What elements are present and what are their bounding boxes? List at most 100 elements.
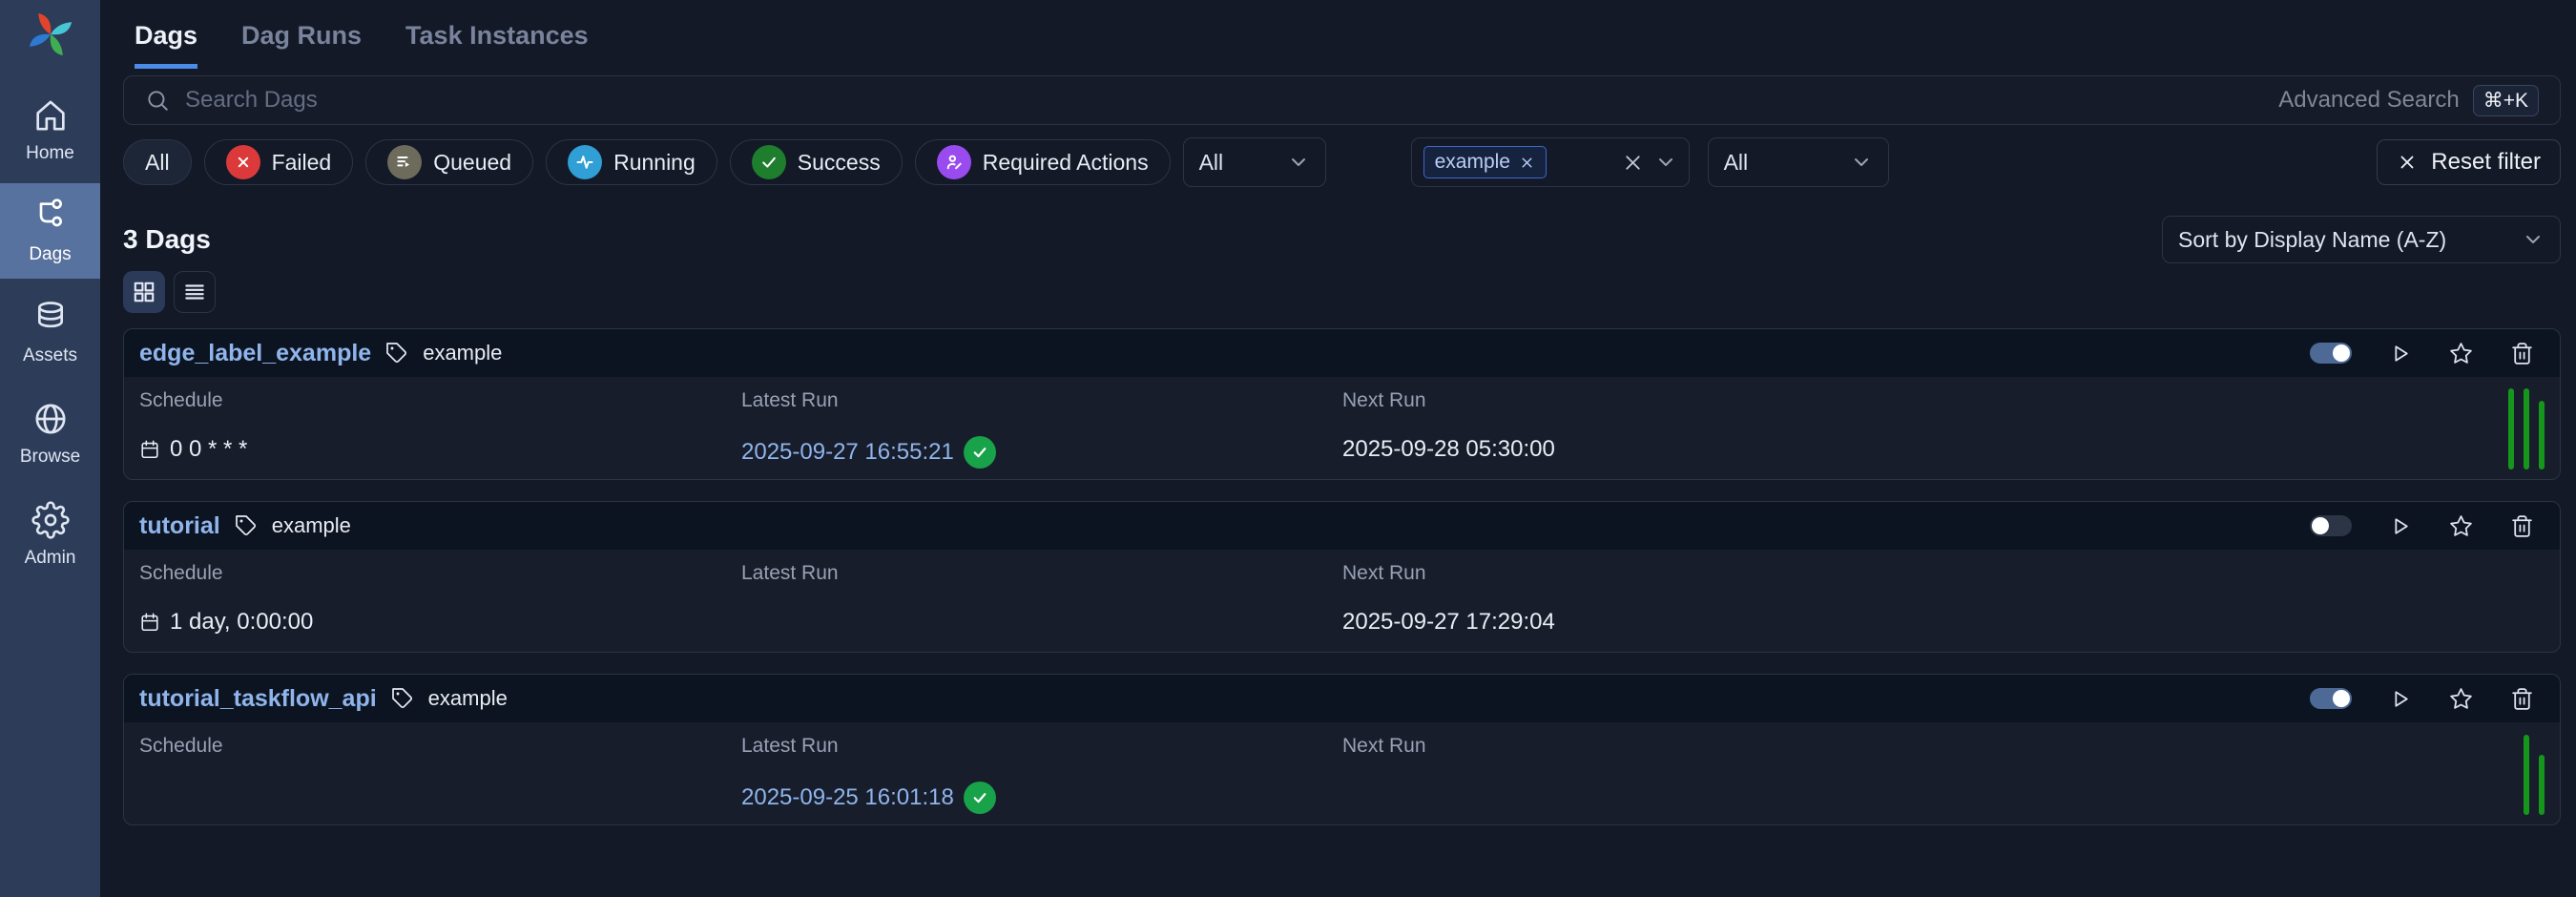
latest-run-value: 2025-09-27 16:55:21 [741,436,1342,469]
dag-card-body: Schedule 1 day, 0:00:00 Latest Run Next … [124,550,2560,652]
success-check-badge [964,782,996,814]
delete-dag-button[interactable] [2508,340,2535,366]
favorite-dag-button[interactable] [2447,512,2474,539]
chevron-down-icon[interactable] [1654,151,1677,174]
dag-pause-toggle[interactable] [2310,515,2352,536]
dags-icon [31,198,70,236]
calendar-icon [139,612,160,633]
toggle-knob [2333,690,2350,707]
next-run-value: 2025-09-27 17:29:04 [1342,609,2474,636]
trash-icon [2510,342,2534,365]
dag-name-link[interactable]: edge_label_example [139,340,371,367]
search-input[interactable] [183,86,2265,115]
selected-tag-chip[interactable]: example [1423,146,1547,178]
filter-chip-all[interactable]: All [123,139,192,185]
star-icon [2449,514,2473,538]
delete-dag-button[interactable] [2508,512,2535,539]
grid-icon [132,280,156,304]
run-bar[interactable] [2524,388,2529,469]
filter-select-2[interactable]: All [1708,137,1889,187]
sort-select[interactable]: Sort by Display Name (A-Z) [2162,216,2561,263]
schedule-column: Schedule [139,735,741,824]
favorite-dag-button[interactable] [2447,685,2474,712]
main-content: Dags Dag Runs Task Instances Advanced Se… [100,0,2576,897]
dag-tag-label: example [428,686,508,711]
filter-chip-queued[interactable]: Queued [365,139,533,185]
latest-run-label: Latest Run [741,389,1342,412]
toggle-knob [2312,517,2329,534]
sidebar-item-admin[interactable]: Admin [0,487,100,582]
dag-tag-label: example [272,513,351,538]
trigger-dag-button[interactable] [2386,685,2413,712]
schedule-column: Schedule 0 0 * * * [139,389,741,479]
tag-icon [385,342,408,365]
trigger-dag-button[interactable] [2386,340,2413,366]
calendar-icon [139,439,160,460]
next-run-label: Next Run [1342,562,2474,585]
chip-label: Failed [272,150,332,176]
run-bar[interactable] [2539,755,2545,815]
latest-run-link[interactable]: 2025-09-25 16:01:18 [741,784,954,811]
user-pen-icon [937,145,971,179]
dag-name-link[interactable]: tutorial [139,512,220,540]
filter-select-1[interactable]: All [1183,137,1326,187]
advanced-search-button[interactable]: Advanced Search ⌘+K [2278,85,2539,116]
sidebar-item-assets[interactable]: Assets [0,284,100,380]
tag-filter-multiselect[interactable]: example [1411,137,1690,187]
dag-card-body: Schedule Latest Run 2025-09-25 16:01:18 … [124,722,2560,824]
schedule-value: 0 0 * * * [139,436,741,463]
dag-name-link[interactable]: tutorial_taskflow_api [139,685,377,713]
dag-pause-toggle[interactable] [2310,343,2352,364]
sidebar-item-dags[interactable]: Dags [0,183,100,279]
tab-dags[interactable]: Dags [135,21,197,69]
tag-chip-label: example [1435,151,1510,174]
next-run-column: Next Run [1342,735,2474,824]
table-view-button[interactable] [174,271,216,313]
filter-chip-failed[interactable]: Failed [204,139,354,185]
chip-label: All [145,150,170,176]
filter-chip-running[interactable]: Running [546,139,717,185]
latest-run-label: Latest Run [741,562,1342,585]
filter-row: All Failed Queued Running Success Requir… [123,137,2561,187]
filter-chip-required-actions[interactable]: Required Actions [915,139,1171,185]
close-icon [1621,151,1645,175]
reset-filter-button[interactable]: Reset filter [2377,139,2561,185]
favorite-dag-button[interactable] [2447,340,2474,366]
reset-filter-label: Reset filter [2431,149,2541,176]
success-check-badge [964,436,996,469]
filter-chip-success[interactable]: Success [730,139,903,185]
run-bar[interactable] [2508,388,2514,469]
dag-count: 3 Dags [123,224,211,255]
run-bar[interactable] [2524,735,2529,815]
tab-dag-runs[interactable]: Dag Runs [241,21,362,69]
tabbar: Dags Dag Runs Task Instances [123,0,2561,69]
select-value: All [1724,150,1749,176]
run-bar[interactable] [2539,401,2545,469]
sidebar-item-browse[interactable]: Browse [0,386,100,481]
delete-dag-button[interactable] [2508,685,2535,712]
tab-task-instances[interactable]: Task Instances [405,21,589,69]
trigger-dag-button[interactable] [2386,512,2413,539]
list-icon [182,280,207,304]
tag-icon [391,687,414,710]
search-icon [145,88,170,113]
dag-pause-toggle[interactable] [2310,688,2352,709]
schedule-label: Schedule [139,735,741,758]
latest-run-column: Latest Run 2025-09-25 16:01:18 [741,735,1342,824]
advanced-search-label: Advanced Search [2278,87,2459,114]
dag-card-body: Schedule 0 0 * * * Latest Run 2025-09-27… [124,377,2560,479]
clear-tags-button[interactable] [1620,149,1647,176]
next-run-column: Next Run 2025-09-27 17:29:04 [1342,562,2474,652]
play-icon [2388,342,2412,365]
star-icon [2449,342,2473,365]
card-view-button[interactable] [123,271,165,313]
schedule-column: Schedule 1 day, 0:00:00 [139,562,741,652]
failed-x-icon [226,145,260,179]
play-icon [2388,514,2412,538]
remove-tag-icon[interactable] [1519,155,1535,171]
airflow-logo-icon [24,8,77,61]
latest-run-link[interactable]: 2025-09-27 16:55:21 [741,439,954,466]
schedule-value: 1 day, 0:00:00 [139,609,741,636]
chip-label: Queued [433,150,511,176]
sidebar-item-home[interactable]: Home [0,82,100,177]
